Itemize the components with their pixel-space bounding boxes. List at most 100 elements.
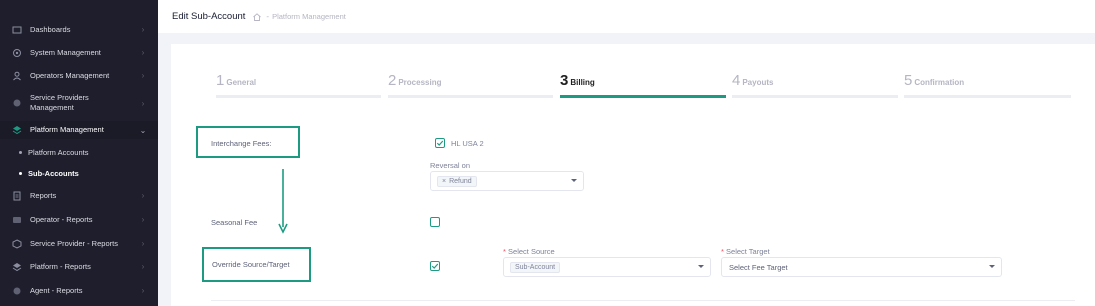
hl-usa-checkbox[interactable] xyxy=(435,138,445,148)
user-icon xyxy=(9,70,25,82)
sidebar-item-label: Dashboards xyxy=(30,24,71,34)
sidebar-item-platform-management[interactable]: Platform Management ⌄ xyxy=(0,121,158,139)
sidebar-subitem-platform-accounts[interactable]: Platform Accounts xyxy=(0,142,158,162)
operator-report-icon xyxy=(9,214,25,226)
sidebar-item-service-providers-management[interactable]: Service Providers Management › xyxy=(0,92,158,114)
select-source-label: * Select Source xyxy=(503,247,555,256)
sidebar-item-service-provider-reports[interactable]: Service Provider - Reports › xyxy=(0,236,158,251)
select-source-label-text: Select Source xyxy=(508,247,555,256)
breadcrumb[interactable]: Platform Management xyxy=(272,12,346,21)
check-icon xyxy=(431,263,439,269)
sidebar-item-label: Platform - Reports xyxy=(30,261,91,271)
step-payouts[interactable]: 4 Payouts xyxy=(732,72,898,98)
sub-account-tag-label: Sub-Account xyxy=(515,263,556,271)
step-number: 2 xyxy=(388,72,397,89)
caret-down-icon xyxy=(571,179,577,182)
sidebar-item-agent-reports[interactable]: Agent - Reports › xyxy=(0,283,158,298)
cube-icon xyxy=(9,238,25,250)
bullet-icon xyxy=(19,171,22,175)
step-number: 4 xyxy=(732,72,741,89)
chevron-right-icon: › xyxy=(141,48,145,57)
chevron-right-icon: › xyxy=(141,239,145,248)
step-general[interactable]: 1 General xyxy=(216,72,381,98)
step-label: General xyxy=(226,78,257,87)
chevron-right-icon: › xyxy=(141,215,145,224)
sidebar-item-label: Service Provider - Reports xyxy=(30,238,118,248)
sidebar-item-label: Operator - Reports xyxy=(30,214,93,224)
override-checkbox[interactable] xyxy=(430,261,440,271)
sidebar-subitem-sub-accounts[interactable]: Sub-Accounts xyxy=(0,163,158,183)
sidebar-item-label: Reports xyxy=(30,190,57,200)
check-icon xyxy=(436,140,444,146)
refund-tag-label: Refund xyxy=(449,177,472,185)
step-progress-bar xyxy=(904,95,1071,98)
refund-tag: × Refund xyxy=(437,175,477,187)
sidebar-item-system-management[interactable]: System Management › xyxy=(0,45,158,60)
seasonal-fee-label: Seasonal Fee xyxy=(211,218,258,227)
sidebar-subitem-label: Platform Accounts xyxy=(28,147,89,157)
step-label: Processing xyxy=(398,78,442,87)
home-icon[interactable] xyxy=(252,12,262,22)
step-number: 3 xyxy=(560,72,569,89)
select-target-placeholder: Select Fee Target xyxy=(729,262,788,272)
report-icon xyxy=(9,190,25,202)
sidebar-item-operator-reports[interactable]: Operator - Reports › xyxy=(0,212,158,227)
settings-icon xyxy=(9,47,25,59)
stack-icon xyxy=(9,261,25,273)
step-label: Billing xyxy=(570,78,595,87)
caret-down-icon xyxy=(989,265,995,268)
bullet-icon xyxy=(19,150,22,154)
dashboard-icon xyxy=(9,24,25,36)
annotation-arrow xyxy=(278,169,288,234)
interchange-fees-label: Interchange Fees: xyxy=(211,139,272,148)
chevron-right-icon: › xyxy=(141,25,145,34)
layers-icon xyxy=(9,124,25,136)
select-target-label: * Select Target xyxy=(721,247,770,256)
seasonal-fee-checkbox[interactable] xyxy=(430,217,440,227)
sidebar-item-platform-reports[interactable]: Platform - Reports › xyxy=(0,259,158,274)
step-progress-bar xyxy=(560,95,726,98)
step-label: Payouts xyxy=(742,78,774,87)
select-target-dropdown[interactable]: Select Fee Target xyxy=(721,257,1002,277)
chevron-right-icon: › xyxy=(141,98,145,108)
sidebar-item-label: Agent - Reports xyxy=(30,285,83,295)
step-progress-bar xyxy=(388,95,553,98)
agent-icon xyxy=(9,285,25,297)
step-label: Confirmation xyxy=(914,78,965,87)
required-mark: * xyxy=(721,247,724,256)
reversal-on-select[interactable]: × Refund xyxy=(430,171,584,191)
chevron-right-icon: › xyxy=(141,191,145,200)
provider-icon xyxy=(9,97,25,109)
sidebar-subitem-label: Sub-Accounts xyxy=(28,168,79,178)
step-number: 5 xyxy=(904,72,913,89)
sidebar-item-operators-management[interactable]: Operators Management › xyxy=(0,68,158,83)
header: Edit Sub-Account - Platform Management xyxy=(158,0,1095,33)
override-source-target-label: Override Source/Target xyxy=(212,260,290,269)
select-source-dropdown[interactable]: Sub-Account xyxy=(503,257,711,277)
wizard-card: 1 General 2 Processing 3 Billing 4 Payouts 5… xyxy=(171,44,1095,306)
step-progress-bar xyxy=(732,95,898,98)
hl-usa-label: HL USA 2 xyxy=(451,139,484,148)
chevron-right-icon: › xyxy=(141,71,145,80)
chevron-down-icon: ⌄ xyxy=(139,125,147,135)
required-mark: * xyxy=(503,247,506,256)
step-processing[interactable]: 2 Processing xyxy=(388,72,553,98)
breadcrumb-separator: - xyxy=(266,12,270,21)
sidebar-item-reports[interactable]: Reports › xyxy=(0,188,158,203)
select-target-label-text: Select Target xyxy=(726,247,770,256)
sub-account-tag: Sub-Account xyxy=(510,261,561,273)
reversal-on-label: Reversal on xyxy=(430,161,471,170)
step-billing[interactable]: 3 Billing xyxy=(560,72,726,98)
chevron-right-icon: › xyxy=(141,262,145,271)
step-progress-bar xyxy=(216,95,381,98)
sidebar: Dashboards › System Management › Operato… xyxy=(0,0,158,306)
sidebar-item-label: Platform Management xyxy=(30,125,104,134)
sidebar-item-label: Service Providers Management xyxy=(30,93,89,112)
sidebar-item-dashboards[interactable]: Dashboards › xyxy=(0,22,158,37)
sidebar-item-label: Operators Management xyxy=(30,70,110,80)
divider xyxy=(211,300,1075,301)
remove-tag-icon[interactable]: × xyxy=(442,178,446,185)
sidebar-item-label: System Management xyxy=(30,47,101,57)
step-confirmation[interactable]: 5 Confirmation xyxy=(904,72,1071,98)
chevron-right-icon: › xyxy=(141,286,145,295)
